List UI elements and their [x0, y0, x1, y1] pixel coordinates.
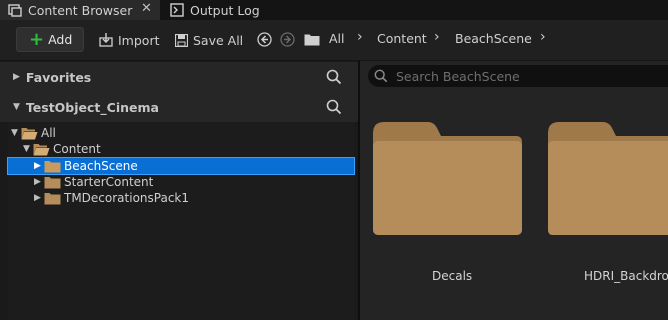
tree-item-label: StarterContent [64, 175, 154, 189]
folder-tree: ▼ All ▼ Content ▶ BeachScene ▶ StarterCo… [7, 122, 355, 320]
breadcrumb-chevron-icon[interactable]: › [434, 29, 440, 45]
folder-icon [44, 160, 61, 172]
toolbar: + Add Import Save All All › Content › Be… [0, 20, 668, 60]
tree-item-label: All [41, 126, 56, 140]
tree-item-tmdecorationspack1[interactable]: ▶ TMDecorationsPack1 [8, 190, 354, 206]
breadcrumb-chevron-icon[interactable]: › [357, 29, 363, 45]
breadcrumb-beachscene[interactable]: BeachScene [455, 31, 532, 46]
expanded-arrow-icon[interactable]: ▼ [11, 128, 21, 138]
tree-item-content[interactable]: ▼ Content [8, 141, 354, 157]
expanded-arrow-icon[interactable]: ▼ [13, 102, 20, 112]
folder-tile-hdri-backdrop[interactable] [545, 119, 668, 237]
plus-icon: + [29, 28, 45, 50]
tree-item-startercontent[interactable]: ▶ StarterContent [8, 174, 354, 190]
tree-item-label: BeachScene [64, 159, 138, 173]
back-arrow-icon[interactable] [257, 32, 272, 47]
search-placeholder: Search BeachScene [396, 68, 520, 84]
folder-label: Decals [432, 269, 473, 283]
open-folder-icon [33, 143, 50, 155]
folder-label: HDRI_Backdrop [584, 269, 668, 283]
tree-item-label: TMDecorationsPack1 [64, 191, 190, 205]
import-icon [99, 33, 113, 47]
search-icon[interactable] [326, 99, 342, 115]
content-browser-icon [8, 4, 22, 17]
output-log-icon [170, 3, 184, 17]
close-tab-icon[interactable]: ✕ [141, 1, 152, 16]
tree-item-beachscene[interactable]: ▶ BeachScene [7, 157, 355, 175]
favorites-label: Favorites [25, 69, 92, 85]
save-icon [175, 33, 188, 47]
breadcrumb-content[interactable]: Content [377, 31, 427, 46]
save-all-button-label: Save All [193, 32, 244, 48]
tree-item-label: Content [53, 142, 101, 156]
tree-item-all[interactable]: ▼ All [8, 125, 354, 141]
tab-content-browser-label: Content Browser [28, 2, 133, 18]
open-folder-icon [21, 127, 38, 139]
add-button-label: Add [48, 32, 73, 47]
collapsed-arrow-icon[interactable]: ▶ [13, 72, 20, 82]
forward-arrow-icon[interactable] [280, 32, 295, 47]
save-all-button[interactable]: Save All [175, 31, 243, 49]
collapsed-arrow-icon[interactable]: ▶ [34, 193, 44, 203]
folder-icon [44, 192, 61, 204]
tab-bar: Content Browser ✕ Output Log [0, 0, 668, 20]
project-label: TestObject_Cinema [25, 99, 159, 115]
breadcrumb-all[interactable]: All [329, 31, 345, 46]
tab-output-log-label: Output Log [190, 2, 260, 18]
breadcrumb-chevron-icon[interactable]: › [540, 29, 546, 45]
search-icon[interactable] [326, 69, 342, 85]
add-button[interactable]: + Add [16, 27, 84, 52]
tab-output-log[interactable]: Output Log [162, 0, 312, 20]
project-header[interactable]: ▼ TestObject_Cinema [0, 92, 358, 122]
expanded-arrow-icon[interactable]: ▼ [23, 144, 33, 154]
search-icon [374, 69, 388, 83]
folder-icon [304, 34, 320, 46]
import-button-label: Import [118, 32, 160, 48]
tab-content-browser[interactable]: Content Browser ✕ [0, 0, 160, 20]
import-button[interactable]: Import [99, 31, 160, 49]
folder-icon [44, 176, 61, 188]
favorites-header[interactable]: ▶ Favorites [0, 62, 358, 92]
search-input[interactable]: Search BeachScene [368, 65, 668, 87]
folder-tile-decals[interactable] [370, 119, 525, 237]
collapsed-arrow-icon[interactable]: ▶ [34, 161, 44, 171]
collapsed-arrow-icon[interactable]: ▶ [34, 177, 44, 187]
